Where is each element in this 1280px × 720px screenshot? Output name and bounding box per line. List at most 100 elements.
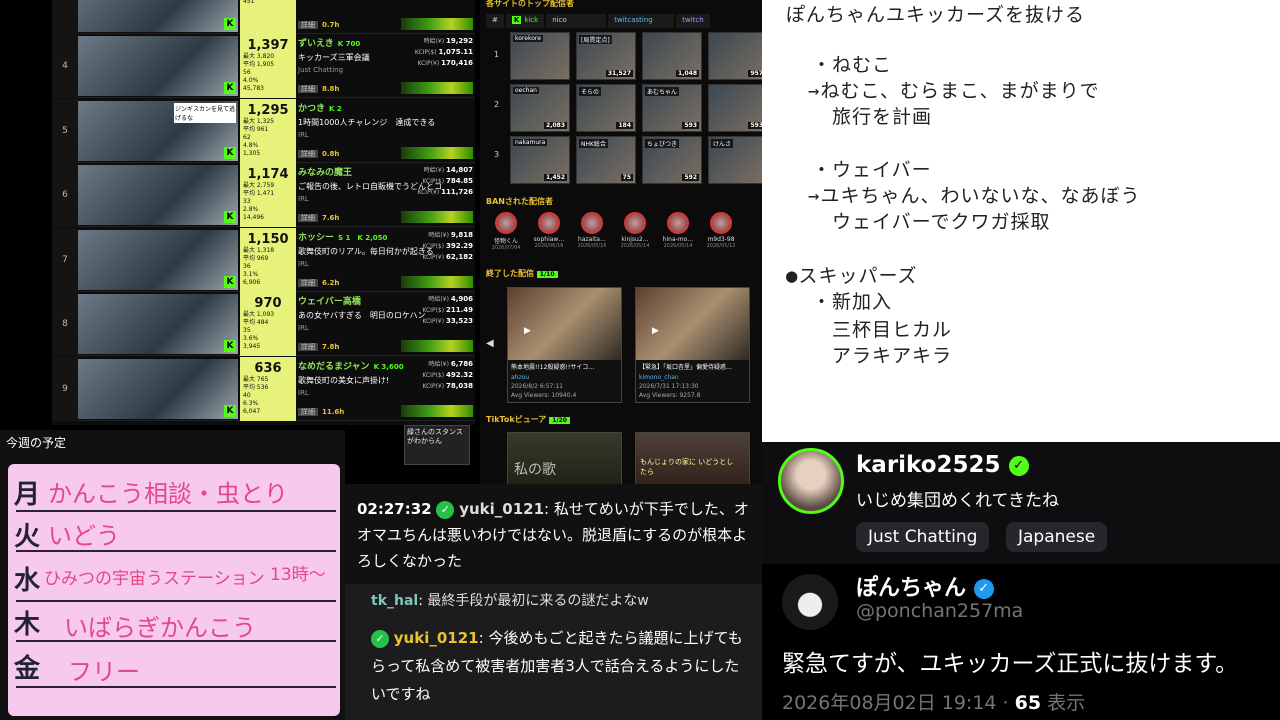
stat-line: 36 <box>243 262 251 270</box>
stream-thumbnail[interactable]: K <box>78 229 238 290</box>
ended-title: 【緊急】「坂口杏里」偏愛侍疑惑… <box>639 364 733 371</box>
stat-line: 3.1% <box>243 270 259 278</box>
streamer-name[interactable]: かつき K 2 <box>298 101 475 114</box>
viewer-count: 1,397 <box>247 38 289 53</box>
chat-username[interactable]: yuki_0121 <box>394 629 479 647</box>
banned-streamer[interactable]: sophiaw… 2026/06/16 <box>529 212 569 249</box>
stream-thumbnail[interactable]: K <box>78 358 238 419</box>
top-streamer-cell[interactable]: ちょびつき 592 <box>642 136 702 184</box>
viewer-stats: 1,150 最大 1,318 平均 969 36 3.1% 6,906 <box>240 227 296 292</box>
tweet-text: 緊急てすが、ユキッカーズ正式に抜けます。 <box>782 651 1239 677</box>
tag-just-chatting[interactable]: Just Chatting <box>856 522 990 552</box>
detail-button[interactable]: 詳細 <box>298 149 318 158</box>
chat-username[interactable]: yuki_0121 <box>459 500 544 518</box>
top-streamer-cell[interactable]: oechan 2,083 <box>510 84 570 132</box>
banned-date: 2026/05/14 <box>620 243 650 249</box>
ranking-row[interactable]: 6 K 1,174 最大 2,759 平均 1,471 33 2.8% 14,496 みなみの魔… <box>52 163 475 227</box>
top-streamer-cell[interactable]: あむちゃん 593 <box>642 84 702 132</box>
banned-streamer[interactable]: hazaita… 2026/05/16 <box>572 212 612 249</box>
viewer-graph <box>401 340 473 352</box>
ranking-row[interactable]: 9 K 636 最大 765 平均 536 40 6.3% 6,047 なめだるまジャン K 3,… <box>52 356 475 421</box>
tab-twitch[interactable]: twitch <box>676 14 710 28</box>
banned-streamer[interactable]: hina-mo… 2026/05/14 <box>658 212 698 249</box>
viewer-stats: 1,174 最大 2,759 平均 1,471 33 2.8% 14,496 <box>240 163 296 227</box>
tab-nico[interactable]: nico <box>546 14 607 28</box>
ended-stream-card[interactable]: ▶ 熊本地震!!12殺疑惑!!サイコ… ahzou 2026/8/2 6:57:11 A… <box>507 287 622 403</box>
tweet-handle[interactable]: @ponchan257ma <box>856 600 1023 622</box>
tag-japanese[interactable]: Japanese <box>1006 522 1108 552</box>
detail-button[interactable]: 詳細 <box>298 343 318 351</box>
earnings-line: KCIP($) 392.29 <box>422 241 473 250</box>
cell-viewers: 31,527 <box>605 70 633 77</box>
schedule-panel: 今週の予定 月 火 水 木 金 かんこう相談・虫とり いどう ひみつの宇宙うステ… <box>0 430 345 720</box>
notes-line: 三杯目ヒカル <box>832 319 953 341</box>
kick-badge: S 1 K 2,050 <box>338 233 388 242</box>
avatar[interactable] <box>782 574 838 630</box>
tab-hash[interactable]: # <box>486 14 504 28</box>
notes-line: →ねむこ、むらまこ、まがまりで <box>808 80 1100 102</box>
stream-info: ずいえき K 700 キッカーズ三軍会議 Just Chatting 詳細 8.8h 時給(… <box>298 36 475 96</box>
chat-username[interactable]: tk_hal <box>371 593 418 609</box>
top-streamer-cell[interactable]: [局貫定点] 31,527 <box>576 32 636 80</box>
cell-viewers: 75 <box>620 174 633 181</box>
top-streamer-cell[interactable]: korekore <box>510 32 570 80</box>
banned-name: sophiaw… <box>533 236 565 243</box>
banned-streamer[interactable]: kinjsu2… 2026/05/14 <box>615 212 655 249</box>
kick-badge: K 3,600 <box>373 362 404 371</box>
stream-info: かつき K 2 1時間1000人チャレンジ 達成できる IRL 詳細 0.8h <box>298 101 475 161</box>
notes-line: ウェイバーでクワガ採取 <box>832 211 1051 233</box>
top-streamer-cell[interactable]: そらの 184 <box>576 84 636 132</box>
banned-date: 2026/06/16 <box>534 243 564 249</box>
detail-button[interactable]: 詳細 <box>298 407 318 416</box>
stat-line: 3,945 <box>243 343 261 350</box>
banned-date: 2026/07/04 <box>491 245 521 251</box>
top-streamer-cell[interactable]: 593 <box>708 84 762 132</box>
banned-streamer[interactable]: 怪物くん 2026/07/04 <box>486 212 526 251</box>
ended-thumbnail: ▶ <box>508 288 621 360</box>
cell-label: あむちゃん <box>645 87 680 96</box>
earnings: 時給(¥) 14,807 KCIP($) 784.85 KCIP(¥) 111,72… <box>418 165 473 198</box>
ranking-row[interactable]: K8244%3.2%451Just Chatting詳細0.7h <box>52 0 475 34</box>
stat-line: 14,496 <box>243 214 264 221</box>
ranking-row[interactable]: 5 ジンギスカンを見て逃げるな K 1,295 最大 1,325 平均 961 62 4.8%… <box>52 98 475 163</box>
stat-line: 1,305 <box>243 149 261 157</box>
detail-button[interactable]: 詳細 <box>298 214 318 222</box>
ended-avg-viewers: Avg Viewers: 10940.4 <box>511 392 577 399</box>
prev-arrow[interactable]: ◀ <box>486 338 494 349</box>
avatar[interactable] <box>778 448 844 514</box>
stat-line: 62 <box>243 133 251 141</box>
banned-streamer[interactable]: m9d3-98 2026/05/12 <box>701 212 741 249</box>
viewer-stats: 1,295 最大 1,325 平均 961 62 4.8% 1,305 <box>240 98 296 163</box>
tab-twitcasting[interactable]: twitcasting <box>608 14 675 28</box>
top-streamer-cell[interactable]: NHK総合 75 <box>576 136 636 184</box>
detail-button[interactable]: 詳細 <box>298 21 318 29</box>
verified-icon: ✓ <box>371 629 389 648</box>
top-streamer-cell[interactable]: 957 <box>708 32 762 80</box>
top-streamer-cell[interactable]: けんさ <box>708 136 762 184</box>
viewer-count: 1,174 <box>247 167 289 182</box>
ended-stream-card[interactable]: ▶ 【緊急】「坂口杏里」偏愛侍疑惑… kimono_chan 2026/7/31 17… <box>635 287 750 403</box>
tab-kick[interactable]: Kkick <box>505 14 545 28</box>
stream-thumbnail[interactable]: ジンギスカンを見て逃げるな K <box>78 100 238 161</box>
detail-button[interactable]: 詳細 <box>298 278 318 287</box>
stream-thumbnail[interactable]: K <box>78 165 238 225</box>
rank-number: 7 <box>52 227 78 292</box>
cell-viewers: 1,048 <box>676 70 699 77</box>
viewer-count: 970 <box>254 296 282 311</box>
stream-duration: 詳細 0.8h <box>298 149 339 159</box>
top-streamer-cell[interactable]: 1,048 <box>642 32 702 80</box>
chat-timestamp: 02:27:32 <box>357 500 432 518</box>
stream-thumbnail[interactable]: K <box>78 0 238 32</box>
stream-thumbnail[interactable]: K <box>78 36 238 96</box>
stat-line: 平均 1,905 <box>243 61 275 68</box>
ranking-row[interactable]: 7 K 1,150 最大 1,318 平均 969 36 3.1% 6,906 ホッシー S 1 … <box>52 227 475 292</box>
stream-thumbnail[interactable]: K <box>78 294 238 354</box>
ranking-row[interactable]: 4 K 1,397 最大 3,820 平均 1,905 56 4.0% 45,783 ずいえき K… <box>52 34 475 98</box>
ranking-row[interactable]: 8 K 970 最大 1,093 平均 484 35 3.6% 3,945 ウェイバー高橋 あの女… <box>52 292 475 356</box>
detail-button[interactable]: 詳細 <box>298 85 318 93</box>
top-streamer-cell[interactable]: nakamura 1,452 <box>510 136 570 184</box>
banned-name: hina-mo… <box>662 236 694 243</box>
tiktok-overlay-text: 私の歌 <box>514 462 556 478</box>
tweet-author[interactable]: ぽんちゃん ✓ <box>856 570 994 602</box>
profile-name[interactable]: kariko2525 ✓ <box>856 452 1029 478</box>
